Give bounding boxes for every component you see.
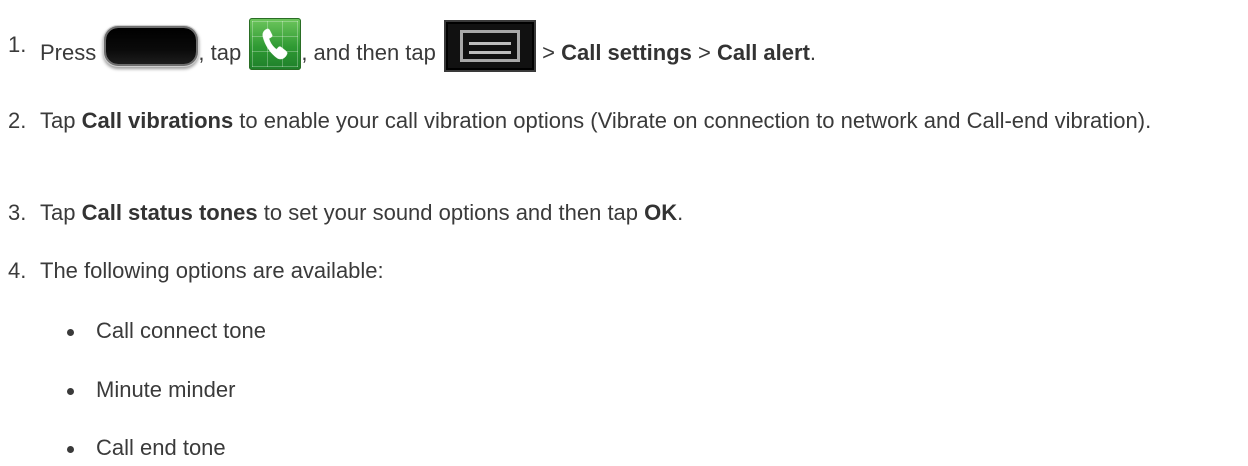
- step-text-sep1: >: [536, 39, 562, 65]
- list-item: Minute minder: [67, 373, 235, 406]
- option-label: Call connect tone: [96, 318, 266, 343]
- step-text-sep2: >: [691, 39, 717, 65]
- option-label: Call end tone: [96, 435, 226, 460]
- step-text-tap: , tap: [198, 39, 242, 65]
- step-text-mid: to set your sound options and then tap: [257, 200, 645, 225]
- step-number: 2.: [8, 108, 27, 133]
- step-text-pre: Tap: [40, 200, 82, 225]
- step-text: Tap Call vibrations to enable your call …: [40, 104, 1238, 137]
- step-3: 3. Tap Call status tones to set your sou…: [8, 196, 1238, 229]
- step-1: 1. Press , tap , and then tap > Call set…: [8, 18, 1238, 80]
- step-text: Press , tap , and then tap > Call settin…: [40, 18, 1238, 80]
- step-text: The following options are available:: [40, 258, 384, 283]
- list-item: Call end tone: [67, 431, 226, 464]
- step-text-post: to enable your call vibration options (V…: [233, 108, 1152, 133]
- step-text: Tap Call status tones to set your sound …: [40, 196, 1238, 229]
- call-settings-label: Call settings: [561, 39, 692, 65]
- call-status-tones-label: Call status tones: [81, 200, 258, 225]
- step-text-post: .: [677, 200, 684, 225]
- ok-label: OK: [644, 200, 678, 225]
- option-label: Minute minder: [96, 377, 236, 402]
- bullet-icon: [67, 446, 74, 453]
- step-number: 4.: [8, 258, 27, 283]
- bullet-icon: [67, 388, 74, 395]
- call-alert-label: Call alert: [716, 39, 810, 65]
- step-4: 4. The following options are available:: [8, 254, 1238, 287]
- home-key-icon: [106, 28, 197, 64]
- step-text-end: .: [809, 39, 817, 65]
- step-text-then: , and then tap: [301, 39, 436, 65]
- call-vibrations-label: Call vibrations: [81, 108, 234, 133]
- phone-app-icon: [249, 18, 302, 70]
- bullet-icon: [67, 329, 74, 336]
- step-text-pre: Tap: [40, 108, 82, 133]
- list-item: Call connect tone: [67, 314, 266, 347]
- step-text-press: Press: [40, 39, 97, 65]
- step-number: 1.: [8, 32, 27, 57]
- menu-key-icon: [444, 20, 536, 72]
- step-2: 2. Tap Call vibrations to enable your ca…: [8, 104, 1238, 137]
- step-number: 3.: [8, 200, 27, 225]
